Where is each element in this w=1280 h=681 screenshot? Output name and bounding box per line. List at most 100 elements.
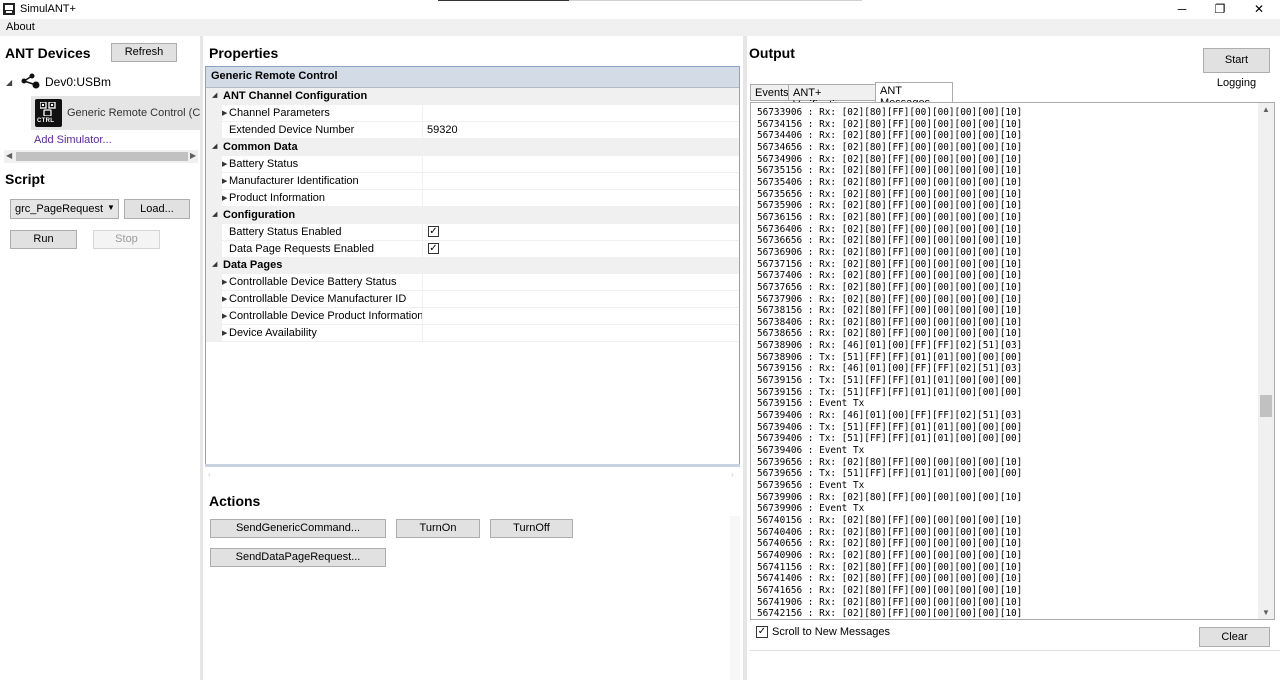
scroll-up-icon[interactable]: ▲ xyxy=(1262,105,1270,114)
scroll-right-icon[interactable]: › xyxy=(731,470,734,479)
log-line: 56739406 : Tx: [51][FF][FF][01][01][00][… xyxy=(757,433,1023,445)
scroll-left-icon[interactable]: ◀ xyxy=(6,151,12,160)
script-select-value: grc_PageRequests.p xyxy=(15,203,103,215)
message-log-text: 56733906 : Rx: [02][80][FF][00][00][00][… xyxy=(757,107,1023,619)
channel-item-selected[interactable]: CTRL Generic Remote Control (Ch0) xyxy=(31,96,216,130)
property-row[interactable]: Data Page Requests Enabled ✓ xyxy=(206,241,739,258)
log-line: 56735156 : Rx: [02][80][FF][00][00][00][… xyxy=(757,165,1023,177)
window-title: SimulANT+ xyxy=(20,3,76,15)
property-grid-hscrollbar[interactable]: ‹ › xyxy=(205,469,740,481)
log-line: 56736156 : Rx: [02][80][FF][00][00][00][… xyxy=(757,211,1023,223)
collapse-arrow-icon[interactable]: ◢ xyxy=(6,78,12,87)
expand-arrow-icon[interactable]: ▶ xyxy=(222,312,227,320)
scroll-to-new-label: Scroll to New Messages xyxy=(772,626,890,638)
device-label[interactable]: Dev0:USBm xyxy=(45,75,111,89)
log-line: 56738656 : Rx: [02][80][FF][00][00][00][… xyxy=(757,328,1023,340)
actions-heading: Actions xyxy=(209,493,261,509)
collapse-arrow-icon[interactable]: ◢ xyxy=(212,142,217,150)
message-log-vscrollbar[interactable]: ▲ ▼ xyxy=(1258,103,1274,619)
property-row[interactable]: ▶ Device Availability xyxy=(206,325,739,342)
script-select[interactable]: grc_PageRequests.p ▼ xyxy=(10,199,119,219)
title-bar: SimulANT+ ─ ❐ ✕ xyxy=(0,0,1280,19)
expand-arrow-icon[interactable]: ▶ xyxy=(222,329,227,337)
expand-arrow-icon[interactable]: ▶ xyxy=(222,295,227,303)
property-row[interactable]: Extended Device Number 59320 xyxy=(206,122,739,139)
scroll-thumb[interactable] xyxy=(16,152,188,161)
log-line: 56739156 : Rx: [46][01][00][FF][FF][02][… xyxy=(757,363,1023,375)
expand-arrow-icon[interactable]: ▶ xyxy=(222,194,227,202)
property-row[interactable]: Battery Status Enabled ✓ xyxy=(206,224,739,241)
property-row[interactable]: ▶ Battery Status xyxy=(206,156,739,173)
restore-icon: ❐ xyxy=(1214,2,1226,16)
device-icon xyxy=(21,73,40,89)
refresh-button[interactable]: Refresh xyxy=(111,43,177,62)
send-generic-command-button[interactable]: SendGenericCommand... xyxy=(210,519,386,538)
log-line: 56735906 : Rx: [02][80][FF][00][00][00][… xyxy=(757,200,1023,212)
properties-heading: Properties xyxy=(209,45,279,61)
channel-label: Generic Remote Control (Ch0) xyxy=(67,107,217,119)
collapse-arrow-icon[interactable]: ◢ xyxy=(212,91,217,99)
category-data-pages[interactable]: ◢ Data Pages xyxy=(206,257,739,274)
script-heading: Script xyxy=(5,171,45,187)
scroll-right-icon[interactable]: ▶ xyxy=(190,151,196,160)
ctrl-icon: CTRL xyxy=(35,99,62,127)
message-log[interactable]: 56733906 : Rx: [02][80][FF][00][00][00][… xyxy=(750,102,1275,620)
property-row[interactable]: ▶ Manufacturer Identification xyxy=(206,173,739,190)
expand-arrow-icon[interactable]: ▶ xyxy=(222,109,227,117)
property-grid: Generic Remote Control ◢ ANT Channel Con… xyxy=(205,66,740,466)
run-button[interactable]: Run xyxy=(10,230,77,249)
log-line: 56737656 : Rx: [02][80][FF][00][00][00][… xyxy=(757,281,1023,293)
log-line: 56736656 : Rx: [02][80][FF][00][00][00][… xyxy=(757,235,1023,247)
log-line: 56734406 : Rx: [02][80][FF][00][00][00][… xyxy=(757,130,1023,142)
log-line: 56737906 : Rx: [02][80][FF][00][00][00][… xyxy=(757,293,1023,305)
turn-on-button[interactable]: TurnOn xyxy=(396,519,480,538)
property-row[interactable]: ▶ Controllable Device Battery Status xyxy=(206,274,739,291)
log-line: 56739656 : Tx: [51][FF][FF][01][01][00][… xyxy=(757,468,1023,480)
left-panel: ANT Devices Refresh ◢ Dev0:USBm CTRL Gen… xyxy=(0,36,216,680)
log-line: 56738156 : Rx: [02][80][FF][00][00][00][… xyxy=(757,305,1023,317)
menu-about[interactable]: About xyxy=(6,21,35,33)
actions-scrollbar[interactable] xyxy=(730,516,740,680)
property-row[interactable]: ▶ Channel Parameters xyxy=(206,105,739,122)
data-page-requests-enabled-checkbox[interactable]: ✓ xyxy=(428,243,439,254)
device-tree-hscrollbar[interactable]: ◀ ▶ xyxy=(4,150,198,163)
expand-arrow-icon[interactable]: ▶ xyxy=(222,177,227,185)
minimize-button[interactable]: ─ xyxy=(1162,0,1202,19)
expand-arrow-icon[interactable]: ▶ xyxy=(222,160,227,168)
clear-button[interactable]: Clear xyxy=(1199,627,1270,647)
log-line: 56738906 : Tx: [51][FF][FF][01][01][00][… xyxy=(757,351,1023,363)
tab-ant-messages[interactable]: ANT Messages xyxy=(875,82,953,109)
extended-device-number-value[interactable]: 59320 xyxy=(427,124,458,136)
category-ant-channel-configuration[interactable]: ◢ ANT Channel Configuration xyxy=(206,88,739,105)
add-simulator-link[interactable]: Add Simulator... xyxy=(34,134,112,146)
tab-ant-verification[interactable]: ANT+ Verification xyxy=(788,84,876,111)
log-line: 56736406 : Rx: [02][80][FF][00][00][00][… xyxy=(757,223,1023,235)
log-line: 56735406 : Rx: [02][80][FF][00][00][00][… xyxy=(757,176,1023,188)
checkmark-icon: ✓ xyxy=(757,626,767,637)
log-line: 56734156 : Rx: [02][80][FF][00][00][00][… xyxy=(757,118,1023,130)
log-line: 56733906 : Rx: [02][80][FF][00][00][00][… xyxy=(757,107,1023,118)
load-button[interactable]: Load... xyxy=(124,199,190,219)
turn-off-button[interactable]: TurnOff xyxy=(490,519,573,538)
tab-events[interactable]: Events xyxy=(750,84,789,101)
log-line: 56739906 : Event Tx xyxy=(757,503,865,515)
scroll-down-icon[interactable]: ▼ xyxy=(1262,608,1270,617)
expand-arrow-icon[interactable]: ▶ xyxy=(222,278,227,286)
property-row[interactable]: ▶ Product Information xyxy=(206,190,739,207)
battery-status-enabled-checkbox[interactable]: ✓ xyxy=(428,226,439,237)
collapse-arrow-icon[interactable]: ◢ xyxy=(212,260,217,268)
scroll-to-new-checkbox[interactable]: ✓ xyxy=(756,626,768,638)
close-button[interactable]: ✕ xyxy=(1239,0,1279,19)
category-configuration[interactable]: ◢ Configuration xyxy=(206,207,739,224)
collapse-arrow-icon[interactable]: ◢ xyxy=(212,210,217,218)
restore-button[interactable]: ❐ xyxy=(1200,0,1240,19)
scroll-left-icon[interactable]: ‹ xyxy=(208,470,211,479)
property-row[interactable]: ▶ Controllable Device Manufacturer ID xyxy=(206,291,739,308)
log-line: 56737156 : Rx: [02][80][FF][00][00][00][… xyxy=(757,258,1023,270)
category-common-data[interactable]: ◢ Common Data xyxy=(206,139,739,156)
scroll-thumb[interactable] xyxy=(1260,395,1272,417)
start-logging-button[interactable]: Start Logging xyxy=(1203,48,1270,89)
send-data-page-request-button[interactable]: SendDataPageRequest... xyxy=(210,548,386,567)
chevron-down-icon: ▼ xyxy=(107,203,115,212)
property-row[interactable]: ▶ Controllable Device Product Informatio… xyxy=(206,308,739,325)
